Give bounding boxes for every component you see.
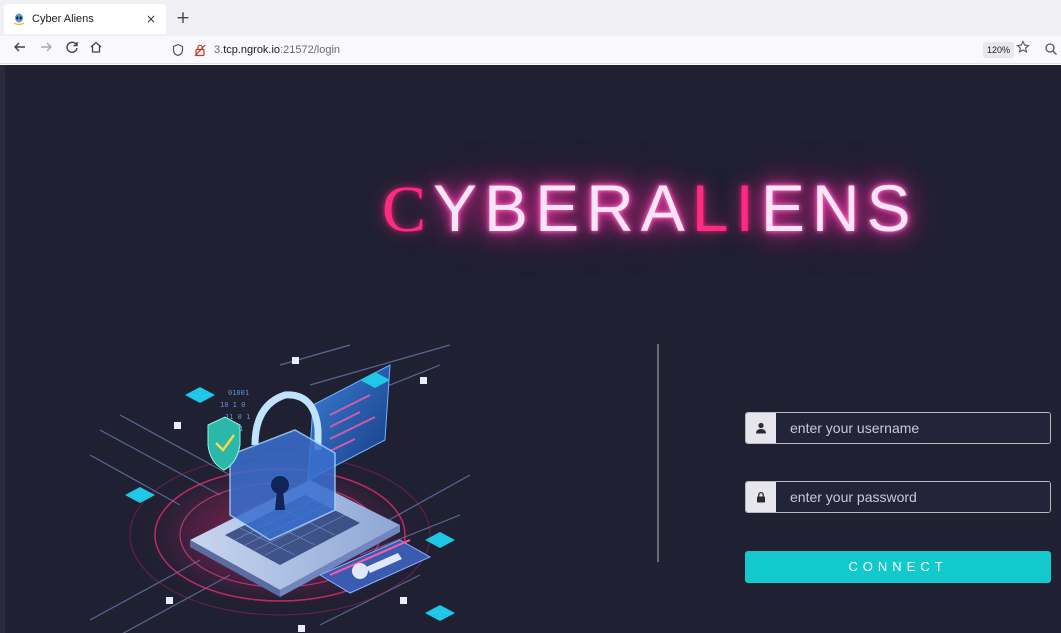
url-bar[interactable]: 3.tcp.ngrok.io:21572/login 120% [164, 39, 1057, 61]
svg-text:01001: 01001 [228, 389, 249, 397]
zoom-level-badge[interactable]: 120% [983, 42, 1015, 58]
laptop-padlock-illustration: 0100110 1 011 0 10100 1 [89, 344, 471, 633]
search-icon[interactable] [1044, 40, 1058, 58]
login-page: CYBERALIENS 01001 10 1 0 11 0 1 1 enter … [0, 65, 1061, 633]
connect-button[interactable]: CONNECT [745, 551, 1051, 583]
svg-text:10 1 0: 10 1 0 [220, 401, 245, 409]
navigation-bar: 3.tcp.ngrok.io:21572/login 120% [0, 36, 1061, 64]
username-field [745, 412, 1051, 444]
password-field [745, 481, 1051, 513]
arrow-left-icon[interactable] [10, 40, 30, 60]
tracking-shield-icon[interactable] [170, 42, 186, 58]
alien-favicon-icon [12, 12, 26, 26]
bookmark-star-icon[interactable] [1016, 40, 1030, 58]
arrow-right-icon[interactable] [36, 40, 56, 60]
user-icon [746, 413, 776, 443]
url-text[interactable]: 3.tcp.ngrok.io:21572/login [214, 44, 340, 56]
insecure-lock-icon[interactable] [192, 42, 208, 58]
tab-bar: Cyber Aliens × + [0, 0, 1061, 36]
home-icon[interactable] [86, 40, 106, 60]
reload-icon[interactable] [62, 40, 82, 60]
tab-close-icon[interactable]: × [144, 12, 158, 26]
tab-cyber-aliens[interactable]: Cyber Aliens × [4, 4, 166, 34]
tab-title: Cyber Aliens [32, 13, 94, 25]
new-tab-button[interactable]: + [174, 8, 192, 28]
browser-window: Cyber Aliens × + 3.tcp.ngrok.io:21572/lo… [0, 0, 1061, 633]
password-input[interactable] [776, 482, 1050, 512]
vertical-divider [657, 344, 659, 562]
page-left-edge [0, 65, 5, 633]
lock-icon [746, 482, 776, 512]
cyberaliens-neon-logo: CYBERALIENS [382, 171, 918, 246]
username-input[interactable] [776, 413, 1050, 443]
